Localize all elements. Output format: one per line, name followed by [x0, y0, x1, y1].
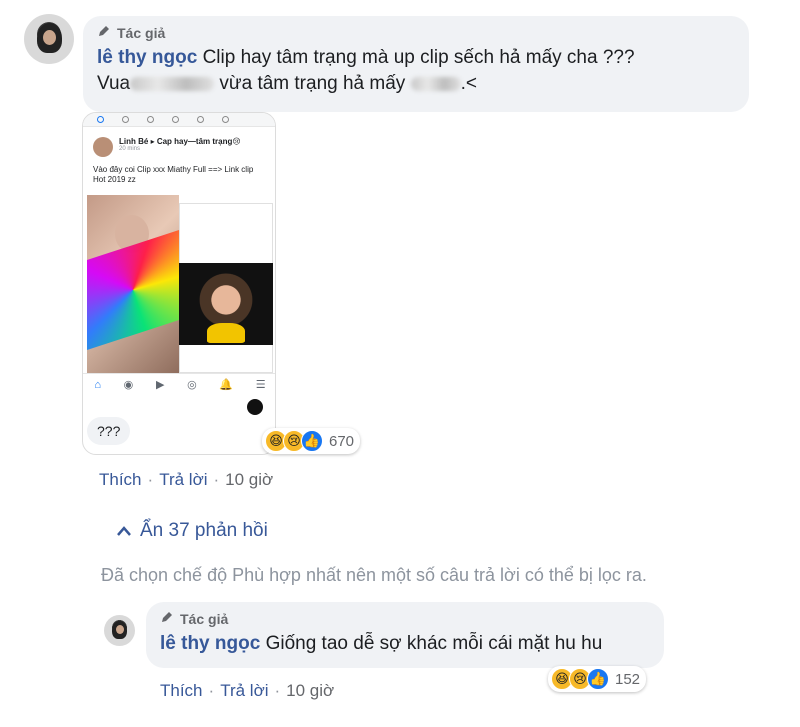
menu-icon: ☰ — [255, 379, 266, 391]
like-button[interactable]: Thích — [99, 470, 142, 490]
pencil-icon — [97, 24, 111, 41]
author-tag: Tác giả — [160, 610, 650, 627]
reply-button[interactable]: Trả lời — [220, 681, 268, 701]
avatar — [93, 137, 113, 157]
author-name-link[interactable]: lê thy ngọc — [160, 633, 260, 654]
reaction-count: 670 — [329, 432, 355, 450]
hide-replies-button[interactable]: Ẩn 37 phản hồi — [116, 520, 268, 542]
attachment-photo — [87, 195, 179, 373]
reply-avatar[interactable] — [104, 615, 135, 646]
reply-text: Giống tao dễ sợ khác mỗi cái mặt hu hu — [265, 633, 603, 654]
reply-bubble: Tác giả lê thy ngọc Giống tao dễ sợ khác… — [146, 602, 664, 668]
bell-icon: 🔔 — [219, 379, 234, 391]
commenter-avatar[interactable] — [24, 14, 74, 64]
groups-icon: ◉ — [123, 379, 134, 391]
like-button[interactable]: Thích — [160, 681, 203, 701]
attachment-reply-bubble: ??? — [87, 417, 131, 445]
attachment-post-text: Vào đây coi Clip xxx Miathy Full ==> Lin… — [93, 165, 254, 184]
censored-blur — [410, 76, 461, 91]
reply-actions: Thích · Trả lời · 10 giờ — [160, 681, 335, 701]
messenger-icon — [247, 399, 263, 415]
like-icon: 👍 — [587, 668, 609, 690]
author-tag: Tác giả — [97, 24, 735, 41]
reactions-summary[interactable]: 😆 😢 👍 670 — [262, 428, 361, 454]
profile-icon: ◎ — [187, 379, 197, 391]
home-icon: ⌂ — [94, 378, 101, 391]
attachment-navbar: ⌂ ◉ ▶ ◎ 🔔 ☰ — [83, 373, 275, 395]
author-name-link[interactable]: lê thy ngọc — [97, 47, 197, 68]
timestamp[interactable]: 10 giờ — [286, 681, 334, 701]
comment-bubble: Tác giả lê thy ngọc Clip hay tâm trạng m… — [83, 16, 749, 112]
like-icon: 👍 — [301, 430, 323, 452]
reactions-summary[interactable]: 😆 😢 👍 152 — [548, 666, 647, 692]
comment-text-line2: Vua vừa tâm trạng hả mấy .< — [97, 73, 477, 94]
reply-button[interactable]: Trả lời — [159, 470, 207, 490]
reaction-count: 152 — [615, 670, 641, 688]
censored-blur — [130, 76, 215, 91]
watch-icon: ▶ — [155, 379, 165, 391]
comment-text: Clip hay tâm trạng mà up clip sếch hả mấ… — [202, 47, 635, 68]
chevron-up-icon — [116, 521, 132, 542]
filter-note: Đã chọn chế độ Phù hợp nhất nên một số c… — [101, 565, 647, 585]
pencil-icon — [160, 610, 174, 627]
censor-overlay — [87, 230, 179, 350]
screenshot-attachment[interactable]: Linh Bé ▸ Cap hay—tâm trạng😢 20 mins Vào… — [82, 112, 276, 455]
comment-actions: Thích · Trả lời · 10 giờ — [99, 470, 274, 490]
timestamp[interactable]: 10 giờ — [225, 470, 273, 490]
